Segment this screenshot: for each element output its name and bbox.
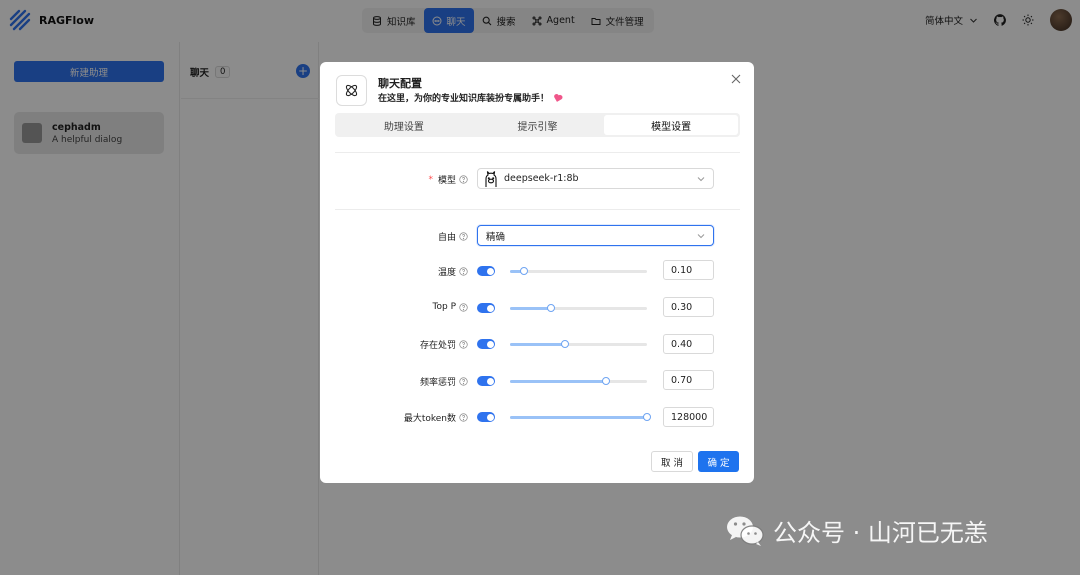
slider-track: [510, 343, 565, 346]
ollama-icon: [485, 170, 497, 187]
param-toggle[interactable]: [477, 339, 495, 349]
help-icon[interactable]: [459, 377, 468, 386]
param-toggle[interactable]: [477, 303, 495, 313]
confirm-button[interactable]: 确 定: [698, 451, 739, 472]
tab-assistant-settings[interactable]: 助理设置: [337, 115, 471, 135]
param-value-input[interactable]: 0.70: [663, 370, 714, 390]
close-icon[interactable]: [730, 73, 742, 85]
chevron-down-icon: [697, 177, 705, 182]
model-label-text: 模型: [437, 176, 456, 186]
model-select-value: deepseek-r1:8b: [504, 173, 579, 184]
slider-handle[interactable]: [601, 377, 610, 385]
watermark: 公众号 · 山河已无恙: [725, 513, 988, 548]
param-toggle[interactable]: [477, 412, 495, 422]
slider-track: [510, 307, 552, 310]
model-label: * 模型: [380, 173, 468, 186]
slider-track: [510, 416, 647, 419]
help-icon[interactable]: [459, 340, 468, 349]
divider: [335, 152, 740, 153]
param-label-text: Top P: [432, 302, 456, 312]
tab-prompt-engine[interactable]: 提示引擎: [471, 115, 605, 135]
model-select[interactable]: deepseek-r1:8b: [477, 168, 714, 189]
param-label-text: 最大token数: [403, 414, 456, 424]
param-label: 最大token数: [360, 411, 468, 424]
help-icon[interactable]: [459, 302, 468, 312]
help-icon[interactable]: [459, 175, 468, 184]
cancel-button[interactable]: 取 消: [651, 451, 693, 472]
watermark-text: 公众号 · 山河已无恙: [773, 519, 988, 547]
slider-track: [510, 380, 606, 383]
param-value-input[interactable]: 0.30: [663, 297, 714, 317]
atom-icon: [345, 84, 358, 97]
divider: [335, 209, 740, 210]
freedom-label-text: 自由: [437, 233, 456, 243]
param-slider[interactable]: [510, 339, 647, 349]
chat-config-icon-box: [336, 75, 367, 106]
modal-subtitle: 在这里，为你的专业知识库装扮专属助手！: [378, 91, 563, 104]
slider-handle[interactable]: [643, 413, 651, 421]
freedom-select[interactable]: 精确: [477, 225, 714, 246]
param-value-input[interactable]: 0.10: [663, 260, 714, 280]
param-label: 存在处罚: [360, 338, 468, 351]
param-label-text: 存在处罚: [419, 341, 456, 351]
param-label: Top P: [360, 302, 468, 312]
tab-model-settings[interactable]: 模型设置: [604, 115, 739, 135]
wechat-icon: [727, 516, 764, 546]
slider-handle[interactable]: [547, 304, 556, 312]
param-slider[interactable]: [510, 412, 651, 422]
chevron-down-icon: [697, 234, 705, 239]
help-icon[interactable]: [459, 267, 468, 276]
modal-subtitle-text: 在这里，为你的专业知识库装扮专属助手！: [378, 94, 550, 104]
param-slider[interactable]: [510, 376, 647, 386]
required-mark: *: [428, 174, 433, 185]
help-icon[interactable]: [459, 232, 468, 241]
chat-config-modal: 聊天配置 在这里，为你的专业知识库装扮专属助手！ 助理设置 提示引擎 模型设置 …: [320, 62, 754, 483]
param-value-input[interactable]: 0.40: [663, 334, 714, 354]
param-slider[interactable]: [510, 303, 647, 313]
modal-title: 聊天配置: [378, 77, 422, 90]
param-label: 频率惩罚: [360, 375, 468, 388]
param-label-text: 温度: [437, 268, 456, 278]
slider-handle[interactable]: [519, 267, 528, 275]
freedom-select-value: 精确: [486, 231, 506, 243]
param-value-input[interactable]: 128000: [663, 407, 714, 427]
config-tabs: 助理设置 提示引擎 模型设置: [335, 113, 740, 137]
slider-handle[interactable]: [560, 340, 569, 348]
help-icon[interactable]: [459, 413, 468, 422]
param-toggle[interactable]: [477, 266, 495, 276]
heart-icon: [554, 93, 563, 102]
param-label-text: 频率惩罚: [419, 378, 456, 388]
slider-rail: [510, 270, 647, 273]
param-slider[interactable]: [510, 266, 647, 276]
param-toggle[interactable]: [477, 376, 495, 386]
freedom-label: 自由: [380, 230, 468, 243]
param-label: 温度: [360, 265, 468, 278]
